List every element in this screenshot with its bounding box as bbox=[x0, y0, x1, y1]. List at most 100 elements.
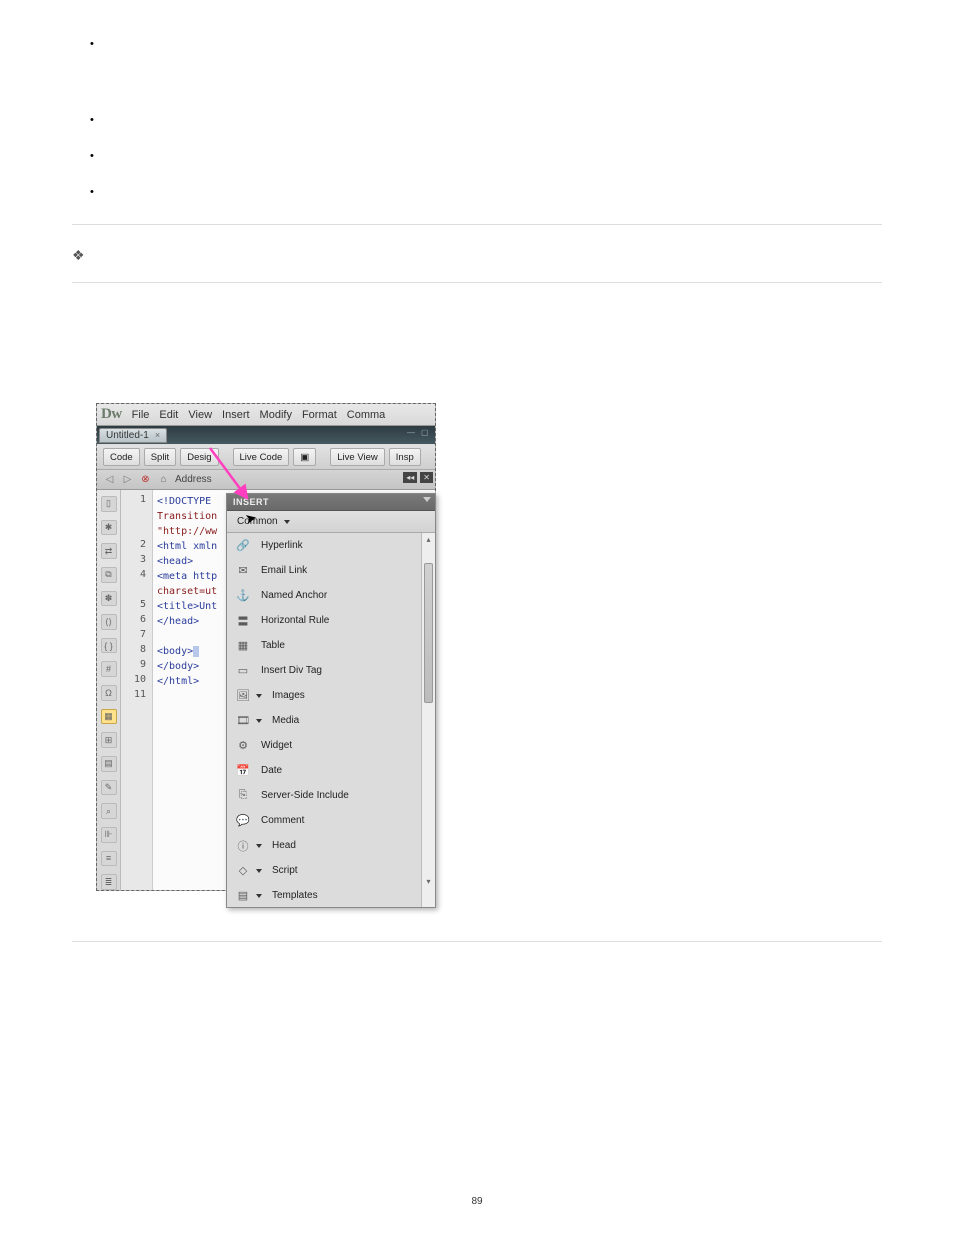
insert-item-label: Email Link bbox=[261, 565, 307, 576]
code-text: <title>Unt bbox=[157, 601, 217, 612]
dropdown-icon bbox=[256, 844, 262, 848]
tool-icon[interactable]: ✽ bbox=[101, 591, 117, 607]
line-number: 4 bbox=[121, 569, 152, 584]
insert-item-head[interactable]: ⓘHead bbox=[227, 833, 435, 858]
line-number: 5 bbox=[121, 599, 152, 614]
collapse-icon[interactable] bbox=[423, 497, 431, 502]
tool-icon[interactable]: ✎ bbox=[101, 780, 117, 796]
diamond-bullet-icon: ❖ bbox=[72, 247, 85, 264]
line-number: 1 bbox=[121, 494, 152, 509]
tool-icon[interactable]: # bbox=[101, 661, 117, 677]
menu-format[interactable]: Format bbox=[302, 409, 337, 421]
insert-item-table[interactable]: ▦ Table bbox=[227, 633, 435, 658]
insert-scrollbar[interactable]: ▴ ▾ bbox=[421, 533, 435, 907]
menu-edit[interactable]: Edit bbox=[159, 409, 178, 421]
dropdown-icon bbox=[256, 869, 262, 873]
insert-item-hyperlink[interactable]: 🔗Hyperlink bbox=[227, 533, 435, 558]
document-tab[interactable]: Untitled-1 × bbox=[99, 428, 167, 443]
line-number bbox=[121, 509, 152, 524]
insert-panel-title[interactable]: INSERT bbox=[227, 494, 435, 511]
insert-item-named-anchor[interactable]: ⚓Named Anchor bbox=[227, 583, 435, 608]
scroll-up-icon[interactable]: ▴ bbox=[425, 535, 432, 545]
insert-item-label: Hyperlink bbox=[261, 540, 303, 551]
menu-file[interactable]: File bbox=[132, 409, 150, 421]
forward-icon[interactable]: ▷ bbox=[121, 473, 134, 486]
insert-item-div-tag[interactable]: ▭Insert Div Tag bbox=[227, 658, 435, 683]
code-view-button[interactable]: Code bbox=[103, 448, 140, 466]
table-icon: ▦ bbox=[235, 638, 251, 654]
tool-icon[interactable]: ≡ bbox=[101, 851, 117, 867]
live-code-button[interactable]: Live Code bbox=[233, 448, 290, 466]
code-text: "http://ww bbox=[157, 526, 217, 537]
insert-panel: INSERT Common 🔗Hyperlink ✉Email Link ⚓Na… bbox=[226, 493, 436, 908]
tool-icon[interactable]: Ω bbox=[101, 685, 117, 701]
addrbar-right: ◂◂ ✕ bbox=[403, 472, 433, 483]
tool-icon[interactable]: ⊞ bbox=[101, 732, 117, 748]
tool-icon[interactable]: ▤ bbox=[101, 756, 117, 772]
insert-item-label: Script bbox=[272, 865, 298, 876]
code-text: <meta http bbox=[157, 571, 217, 582]
template-icon: ▤ bbox=[235, 888, 251, 904]
insert-item-widget[interactable]: ⚙Widget bbox=[227, 733, 435, 758]
comment-icon: 💬 bbox=[235, 813, 251, 829]
insert-item-script[interactable]: ◇Script bbox=[227, 858, 435, 883]
tool-icon[interactable]: ⇄ bbox=[101, 543, 117, 559]
tool-icon[interactable]: ⊪ bbox=[101, 827, 117, 843]
head-icon: ⓘ bbox=[235, 838, 251, 854]
ssi-icon: ⎘ bbox=[235, 788, 251, 804]
insert-item-server-side-include[interactable]: ⎘ Server-Side Include bbox=[227, 783, 435, 808]
tool-icon[interactable]: ▯ bbox=[101, 496, 117, 512]
insert-item-label: Server-Side Include bbox=[261, 790, 349, 801]
insert-item-label: Table bbox=[261, 640, 285, 651]
inspect-icon-button[interactable]: ▣ bbox=[293, 448, 316, 466]
line-number: 9 bbox=[121, 659, 152, 674]
live-view-button[interactable]: Live View bbox=[330, 448, 385, 466]
insert-item-list: 🔗Hyperlink ✉Email Link ⚓Named Anchor 〓Ho… bbox=[227, 533, 435, 907]
tool-icon-selected[interactable]: ▦ bbox=[101, 709, 117, 725]
insert-item-label: Comment bbox=[261, 815, 304, 826]
menu-commands[interactable]: Comma bbox=[347, 409, 386, 421]
restore-icon[interactable]: ▢ bbox=[421, 428, 431, 438]
line-number: 6 bbox=[121, 614, 152, 629]
bullet-item bbox=[72, 188, 882, 194]
calendar-icon: 📅 bbox=[235, 763, 251, 779]
scroll-down-icon[interactable]: ▾ bbox=[425, 877, 432, 887]
line-number: 11 bbox=[121, 689, 152, 704]
bullet-list bbox=[72, 40, 882, 194]
stop-icon[interactable]: ⊗ bbox=[139, 473, 152, 486]
tool-icon[interactable]: ⧉ bbox=[101, 567, 117, 583]
insert-item-templates[interactable]: ▤Templates bbox=[227, 883, 435, 907]
tool-icon[interactable]: ✱ bbox=[101, 520, 117, 536]
insert-item-date[interactable]: 📅Date bbox=[227, 758, 435, 783]
address-label: Address bbox=[175, 474, 212, 485]
code-text: Transition bbox=[157, 511, 217, 522]
tool-icon[interactable]: { } bbox=[101, 638, 117, 654]
scroll-thumb[interactable] bbox=[424, 563, 433, 703]
insert-item-media[interactable]: 🎞Media bbox=[227, 708, 435, 733]
close-icon[interactable]: × bbox=[155, 430, 160, 440]
insert-item-label: Horizontal Rule bbox=[261, 615, 329, 626]
tool-icon[interactable]: ⟨⟩ bbox=[101, 614, 117, 630]
menu-insert[interactable]: Insert bbox=[222, 409, 250, 421]
minimize-icon[interactable]: — bbox=[407, 428, 417, 438]
design-view-button[interactable]: Desig bbox=[180, 448, 218, 466]
split-view-button[interactable]: Split bbox=[144, 448, 176, 466]
insert-item-horizontal-rule[interactable]: 〓Horizontal Rule bbox=[227, 608, 435, 633]
tool-icon[interactable]: ⌕ bbox=[101, 803, 117, 819]
code-text: </head> bbox=[157, 616, 199, 627]
bullet-item bbox=[72, 152, 882, 158]
tab-window-controls: — ▢ bbox=[407, 428, 431, 438]
tool-icon[interactable]: ≣ bbox=[101, 874, 117, 890]
home-icon[interactable]: ⌂ bbox=[157, 473, 170, 486]
inspector-button[interactable]: Insp bbox=[389, 448, 421, 466]
insert-category-dropdown[interactable]: Common bbox=[227, 511, 435, 533]
insert-item-email-link[interactable]: ✉Email Link bbox=[227, 558, 435, 583]
insert-item-images[interactable]: 🖼Images bbox=[227, 683, 435, 708]
menu-view[interactable]: View bbox=[188, 409, 212, 421]
insert-item-label: Named Anchor bbox=[261, 590, 327, 601]
collapse-icon[interactable]: ◂◂ bbox=[403, 472, 417, 483]
back-icon[interactable]: ◁ bbox=[103, 473, 116, 486]
close-icon[interactable]: ✕ bbox=[420, 472, 433, 483]
menu-modify[interactable]: Modify bbox=[260, 409, 292, 421]
insert-item-comment[interactable]: 💬 Comment bbox=[227, 808, 435, 833]
